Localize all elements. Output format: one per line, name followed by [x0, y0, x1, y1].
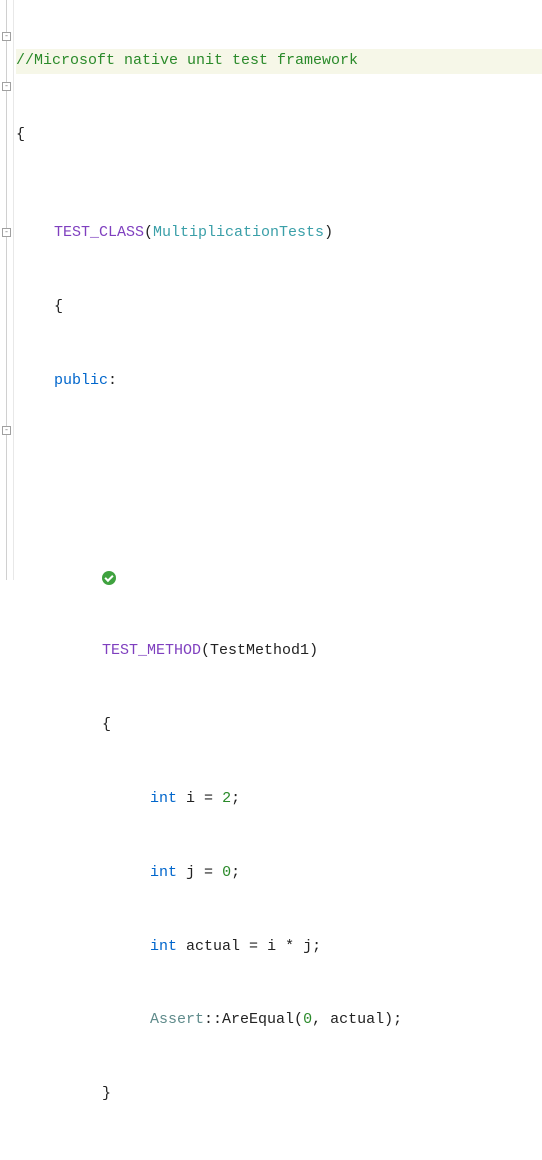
code-line: {	[16, 713, 542, 738]
var-name: i	[186, 790, 195, 807]
eq: =	[195, 864, 222, 881]
paren: )	[384, 1011, 393, 1028]
semi: ;	[231, 790, 240, 807]
code-line: TEST_METHOD(TestMethod1)	[16, 639, 542, 664]
semi: ;	[393, 1011, 402, 1028]
paren: )	[324, 224, 333, 241]
status-line	[16, 566, 542, 591]
var-decl	[177, 790, 186, 807]
number-literal: 2	[222, 790, 231, 807]
method-name: TestMethod1	[210, 642, 309, 659]
brace: }	[102, 1085, 111, 1102]
scope-op: ::	[204, 1011, 222, 1028]
code-editor[interactable]: - - - - //Microsoft native unit test fra…	[0, 0, 542, 580]
code-line: int i = 2;	[16, 787, 542, 812]
number-literal: 0	[303, 1011, 312, 1028]
keyword-int: int	[150, 790, 177, 807]
fold-toggle-icon[interactable]: -	[2, 228, 11, 237]
expression: i * j	[267, 938, 312, 955]
paren: (	[144, 224, 153, 241]
code-line: //Microsoft native unit test framework	[16, 49, 542, 74]
comma: ,	[312, 1011, 330, 1028]
comment-text: //Microsoft native unit test framework	[16, 52, 358, 69]
assert-class: Assert	[150, 1011, 204, 1028]
code-line: TEST_CLASS(MultiplicationTests)	[16, 221, 542, 246]
code-line: int actual = i * j;	[16, 935, 542, 960]
brace: {	[16, 126, 25, 143]
method-call: AreEqual	[222, 1011, 294, 1028]
code-content[interactable]: //Microsoft native unit test framework {…	[14, 0, 542, 580]
semi: ;	[231, 864, 240, 881]
colon: :	[108, 372, 117, 389]
eq: =	[240, 938, 267, 955]
class-name: MultiplicationTests	[153, 224, 324, 241]
code-line: {	[16, 295, 542, 320]
var-ref: actual	[330, 1011, 384, 1028]
fold-toggle-icon[interactable]: -	[2, 82, 11, 91]
eq: =	[195, 790, 222, 807]
code-line: int j = 0;	[16, 861, 542, 886]
paren: (	[294, 1011, 303, 1028]
paren: )	[309, 642, 318, 659]
keyword-int: int	[150, 938, 177, 955]
var-name: j	[186, 864, 195, 881]
semi: ;	[312, 938, 321, 955]
code-line: public:	[16, 369, 542, 394]
code-line: }	[16, 1082, 542, 1107]
var-name: actual	[186, 938, 240, 955]
paren: (	[201, 642, 210, 659]
keyword-public: public	[54, 372, 108, 389]
code-line: Assert::AreEqual(0, actual);	[16, 1008, 542, 1033]
fold-gutter: - - - -	[0, 0, 14, 580]
macro: TEST_CLASS	[54, 224, 144, 241]
macro: TEST_METHOD	[102, 642, 201, 659]
code-line: {	[16, 123, 542, 148]
fold-toggle-icon[interactable]: -	[2, 426, 11, 435]
brace: {	[102, 716, 111, 733]
test-pass-icon	[102, 571, 116, 585]
number-literal: 0	[222, 864, 231, 881]
brace: {	[54, 298, 63, 315]
blank-line	[16, 443, 542, 468]
keyword-int: int	[150, 864, 177, 881]
fold-toggle-icon[interactable]: -	[2, 32, 11, 41]
